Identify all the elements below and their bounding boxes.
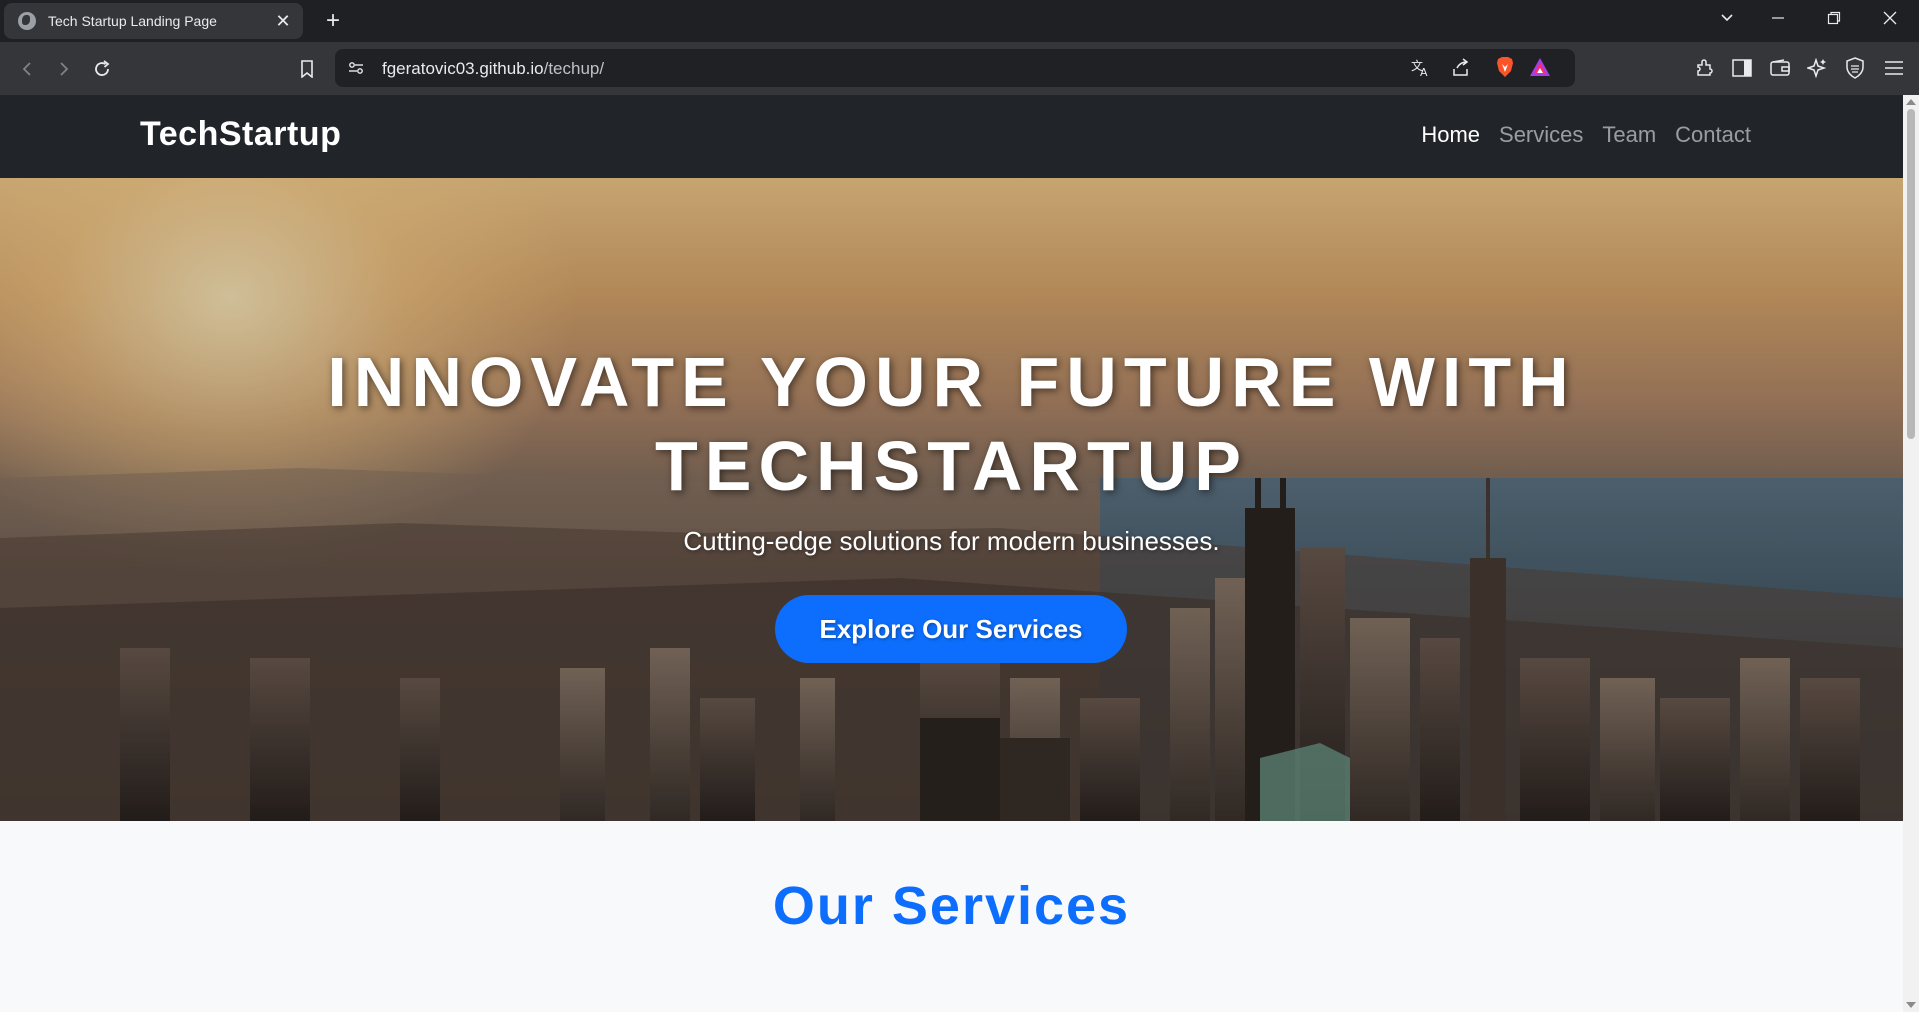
browser-tab[interactable]: Tech Startup Landing Page ✕	[4, 3, 303, 39]
brave-rewards-icon[interactable]	[1529, 57, 1551, 82]
browser-toolbar: fgeratovic03.github.io/techup/ 文A	[0, 42, 1919, 95]
sidebar-icon[interactable]	[1726, 52, 1758, 84]
scroll-down-arrow-icon[interactable]	[1906, 1002, 1916, 1008]
reload-icon[interactable]	[85, 52, 119, 86]
brave-shields-icon[interactable]	[1495, 56, 1515, 83]
scrollbar-thumb[interactable]	[1907, 109, 1915, 439]
tab-search-chevron-icon[interactable]	[1699, 0, 1755, 36]
site-brand[interactable]: TechStartup	[140, 115, 341, 154]
explore-services-button[interactable]: Explore Our Services	[775, 595, 1127, 663]
site-settings-icon[interactable]	[347, 59, 365, 82]
site-navbar: TechStartup Home Services Team Contact	[0, 95, 1903, 178]
menu-icon[interactable]	[1878, 52, 1910, 84]
back-icon[interactable]	[10, 52, 44, 86]
services-heading: Our Services	[772, 876, 1131, 936]
vpn-shield-icon[interactable]	[1839, 52, 1871, 84]
url-text: fgeratovic03.github.io/techup/	[382, 59, 605, 78]
nav-contact[interactable]: Contact	[1675, 122, 1751, 148]
scroll-up-arrow-icon[interactable]	[1906, 99, 1916, 105]
nav-home[interactable]: Home	[1421, 122, 1480, 148]
share-icon[interactable]	[1451, 58, 1471, 83]
forward-icon[interactable]	[47, 52, 81, 86]
nav-team[interactable]: Team	[1602, 122, 1656, 148]
bookmark-icon[interactable]	[290, 52, 324, 86]
page-viewport: TechStartup Home Services Team Contact I…	[0, 95, 1919, 1012]
tab-title: Tech Startup Landing Page	[48, 13, 217, 29]
page-scrollbar[interactable]	[1903, 95, 1919, 1012]
new-tab-icon[interactable]: +	[320, 4, 346, 38]
hero-section: Innovate Your Future with TechStartup Cut…	[0, 178, 1903, 821]
address-bar[interactable]: fgeratovic03.github.io/techup/ 文A	[335, 49, 1575, 87]
restore-icon[interactable]	[1806, 0, 1862, 36]
leo-ai-icon[interactable]	[1801, 52, 1833, 84]
translate-icon[interactable]: 文A	[1410, 58, 1432, 83]
nav-services[interactable]: Services	[1499, 122, 1583, 148]
close-window-icon[interactable]	[1862, 0, 1918, 36]
globe-icon	[18, 12, 36, 30]
hero-title: Innovate Your Future with TechStartup	[327, 343, 1576, 505]
tab-close-icon[interactable]: ✕	[273, 11, 293, 31]
svg-text:A: A	[1420, 66, 1428, 78]
nav-links: Home Services Team Contact	[1421, 122, 1751, 148]
minimize-icon[interactable]	[1750, 0, 1806, 36]
browser-tab-strip: Tech Startup Landing Page ✕ +	[0, 0, 1919, 42]
wallet-icon[interactable]	[1764, 52, 1796, 84]
extensions-icon[interactable]	[1689, 52, 1721, 84]
hero-subtitle: Cutting-edge solutions for modern busine…	[683, 526, 1220, 556]
